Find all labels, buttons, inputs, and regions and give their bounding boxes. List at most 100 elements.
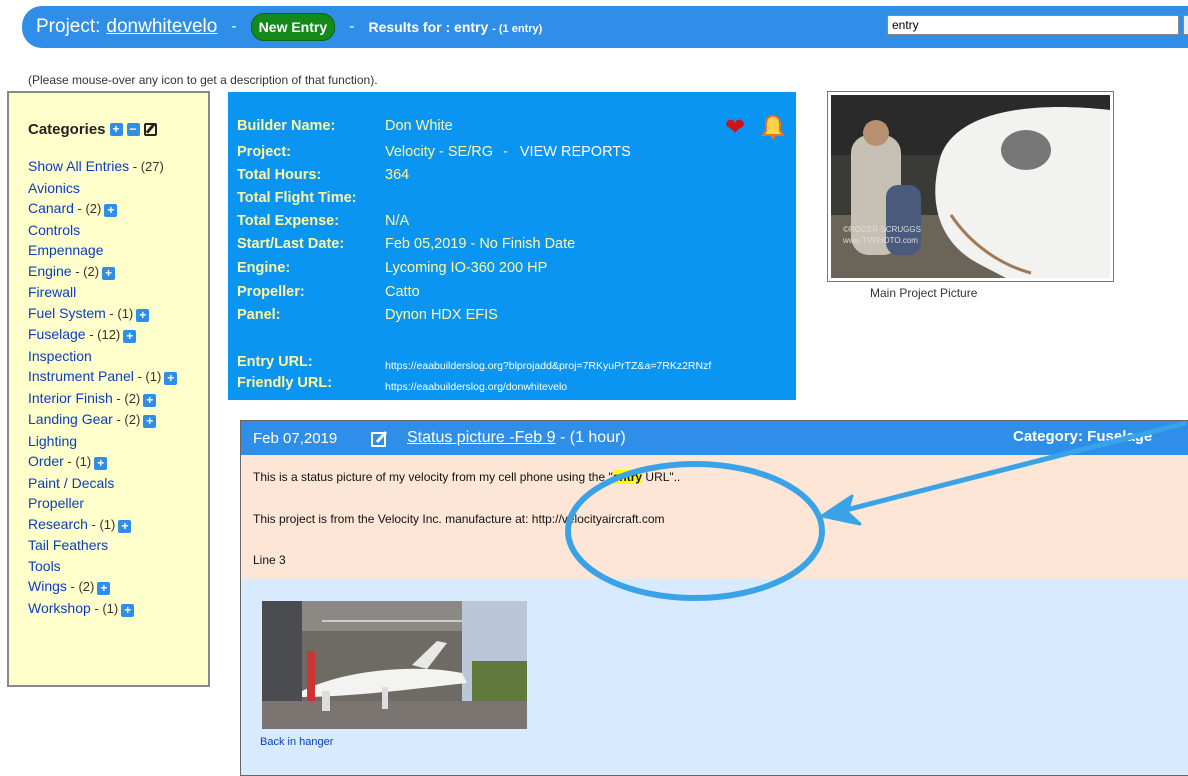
- new-entry-button[interactable]: New Entry: [250, 13, 336, 41]
- category-item[interactable]: Order - (1) +: [28, 451, 206, 473]
- category-label[interactable]: Instrument Panel: [28, 368, 134, 384]
- category-label[interactable]: Order: [28, 453, 64, 469]
- expand-category-icon[interactable]: +: [118, 519, 132, 533]
- expand-category-icon[interactable]: +: [97, 582, 111, 595]
- category-label[interactable]: Fuselage: [28, 326, 86, 342]
- entry-category: Category: Fuselage: [1013, 428, 1153, 445]
- expand-category-icon[interactable]: +: [121, 603, 135, 617]
- edit-categories-icon[interactable]: [143, 123, 157, 136]
- total-expense-value: N/A: [385, 213, 410, 229]
- category-item[interactable]: Landing Gear - (2) +: [28, 409, 206, 431]
- categories-header: Categories + −: [28, 121, 157, 138]
- friendly-url-value[interactable]: https://eaabuilderslog.org/donwhitevelo: [385, 381, 567, 393]
- panel-label: Panel:: [237, 307, 281, 323]
- project-name-link[interactable]: donwhitevelo: [106, 16, 217, 38]
- category-item[interactable]: Inspection: [28, 346, 206, 367]
- category-list: Show All Entries - (27) Avionics Canard - …: [28, 156, 206, 619]
- category-item[interactable]: Lighting: [28, 431, 206, 452]
- category-item[interactable]: Workshop - (1) +: [28, 598, 206, 620]
- category-item[interactable]: Research - (1) +: [28, 514, 206, 536]
- category-label[interactable]: Wings: [28, 578, 67, 594]
- category-label[interactable]: Controls: [28, 222, 80, 238]
- panel-value: Dynon HDX EFIS: [385, 307, 498, 323]
- friendly-url-label: Friendly URL:: [237, 375, 333, 391]
- entry-line-3: Line 3: [253, 553, 286, 567]
- expand-category-icon[interactable]: +: [123, 330, 137, 343]
- entry-header: Feb 07,2019 Status picture -Feb 9 - (1 h…: [241, 421, 1188, 455]
- category-count: - (1): [87, 516, 116, 532]
- log-entry: Feb 07,2019 Status picture -Feb 9 - (1 h…: [240, 420, 1188, 776]
- category-count: - (1): [90, 600, 119, 616]
- edit-entry-icon[interactable]: [371, 431, 388, 447]
- expand-category-icon[interactable]: +: [104, 204, 118, 217]
- results-count: - (1 entry): [492, 23, 543, 35]
- category-label[interactable]: Engine: [28, 263, 72, 279]
- category-item[interactable]: Fuel System - (1) +: [28, 303, 206, 325]
- start-last-date-value: Feb 05,2019 - No Finish Date: [385, 236, 576, 252]
- category-label[interactable]: Tools: [28, 558, 61, 574]
- category-item[interactable]: Canard - (2) +: [28, 198, 206, 220]
- category-item[interactable]: Tools: [28, 556, 206, 577]
- category-item[interactable]: Engine - (2) +: [28, 261, 206, 283]
- category-item[interactable]: Firewall: [28, 282, 206, 303]
- project-value: Velocity - SE/RG - VIEW REPORTS: [385, 144, 631, 160]
- category-label[interactable]: Interior Finish: [28, 390, 113, 406]
- entry-photo-caption[interactable]: Back in hanger: [260, 736, 333, 748]
- category-label[interactable]: Lighting: [28, 433, 77, 449]
- category-item[interactable]: Paint / Decals: [28, 473, 206, 494]
- expand-category-icon[interactable]: +: [164, 372, 178, 385]
- main-project-picture[interactable]: ©ROGER SCRUGGS www.TVPHOTO.com: [827, 91, 1114, 282]
- category-item[interactable]: Instrument Panel - (1) +: [28, 366, 206, 388]
- entry-date: Feb 07,2019: [253, 430, 338, 447]
- category-item[interactable]: Tail Feathers: [28, 535, 206, 556]
- category-label[interactable]: Show All Entries: [28, 158, 129, 174]
- category-item[interactable]: Wings - (2) +: [28, 576, 206, 598]
- entry-photo[interactable]: [262, 601, 527, 729]
- category-item[interactable]: Interior Finish - (2) +: [28, 388, 206, 410]
- entry-title-link[interactable]: Status picture -Feb 9: [407, 429, 556, 446]
- category-item[interactable]: Empennage: [28, 240, 206, 261]
- category-label[interactable]: Empennage: [28, 242, 104, 258]
- entry-line-1-start: This is a status picture of my velocity …: [253, 470, 613, 484]
- category-label[interactable]: Fuel System: [28, 305, 106, 321]
- expand-category-icon[interactable]: +: [143, 415, 157, 428]
- entry-line-2: This project is from the Velocity Inc. m…: [253, 512, 665, 526]
- project-type: Velocity - SE/RG: [385, 144, 493, 160]
- heart-icon[interactable]: ❤: [725, 116, 745, 140]
- category-label[interactable]: Workshop: [28, 600, 91, 616]
- category-item[interactable]: Propeller: [28, 493, 206, 514]
- category-label[interactable]: Canard: [28, 200, 74, 216]
- category-item[interactable]: Avionics: [28, 178, 206, 199]
- category-label[interactable]: Propeller: [28, 495, 84, 511]
- category-label[interactable]: Firewall: [28, 284, 76, 300]
- collapse-all-icon[interactable]: −: [126, 123, 140, 136]
- expand-category-icon[interactable]: +: [94, 457, 108, 470]
- bell-icon[interactable]: [761, 114, 785, 140]
- main-picture-caption: Main Project Picture: [870, 286, 978, 300]
- category-item[interactable]: Controls: [28, 220, 206, 241]
- expand-all-icon[interactable]: +: [109, 123, 123, 136]
- category-label[interactable]: Inspection: [28, 348, 92, 364]
- category-label[interactable]: Avionics: [28, 180, 80, 196]
- category-label[interactable]: Landing Gear: [28, 411, 113, 427]
- category-item[interactable]: Show All Entries - (27): [28, 156, 206, 178]
- view-reports-link[interactable]: VIEW REPORTS: [520, 144, 631, 160]
- search-input[interactable]: [887, 15, 1179, 35]
- category-count: - (1): [63, 454, 92, 469]
- category-label[interactable]: Tail Feathers: [28, 537, 108, 553]
- start-last-date-label: Start/Last Date:: [237, 236, 345, 252]
- project-label: Project:: [237, 144, 291, 160]
- category-item[interactable]: Fuselage - (12) +: [28, 324, 206, 346]
- category-count: - (2): [112, 412, 141, 427]
- category-label[interactable]: Paint / Decals: [28, 475, 114, 491]
- search-highlight: entry: [612, 470, 643, 484]
- entry-duration: - (1 hour): [555, 429, 626, 446]
- project-info-panel: Builder Name: Don White Project: Velocit…: [228, 92, 796, 400]
- expand-category-icon[interactable]: +: [102, 266, 116, 280]
- expand-category-icon[interactable]: +: [143, 393, 157, 407]
- header-separator: -: [231, 18, 237, 35]
- expand-category-icon[interactable]: +: [136, 308, 150, 322]
- entry-url-value[interactable]: https://eaabuilderslog.org?blprojadd&pro…: [385, 360, 711, 372]
- category-label[interactable]: Research: [28, 516, 88, 532]
- search-button[interactable]: [1183, 15, 1188, 35]
